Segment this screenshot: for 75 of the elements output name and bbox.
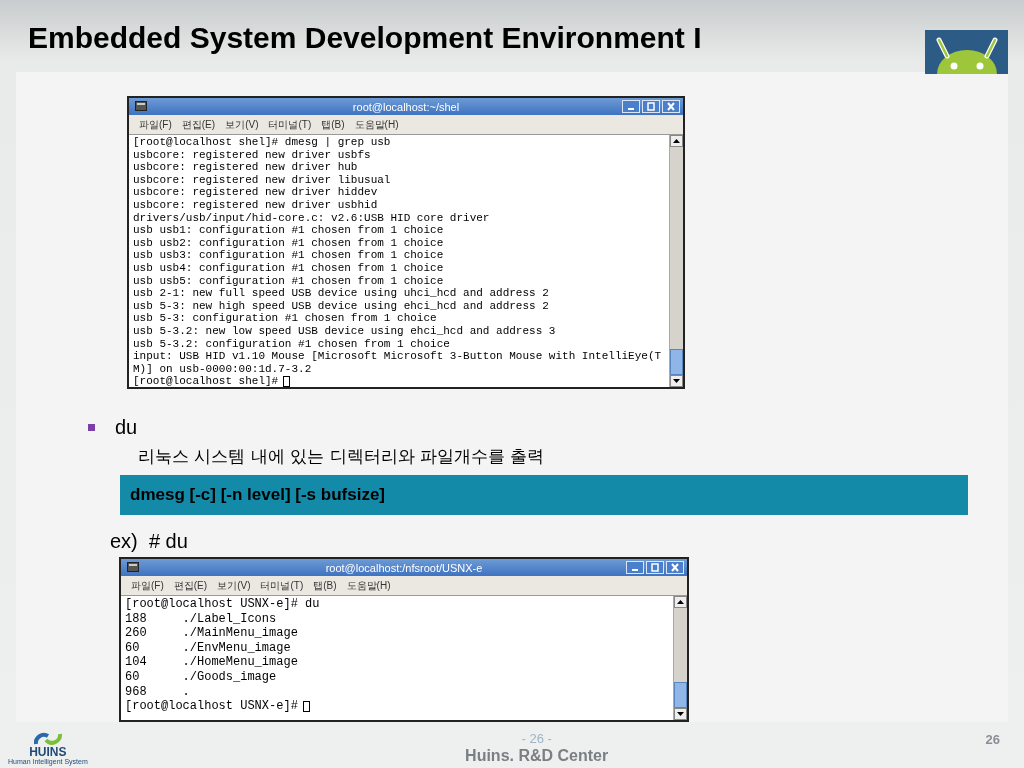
terminal-line: usbcore: registered new driver hiddev: [133, 186, 378, 199]
terminal-line: usbcore: registered new driver usbfs: [133, 148, 371, 162]
terminal-line: 188 ./Label_Icons: [125, 611, 277, 627]
bullet-text: du: [115, 415, 138, 439]
terminal-line: drivers/usb/input/hid-core.c: v2.6:USB HID core driver: [133, 211, 490, 225]
scroll-up-icon[interactable]: [674, 596, 687, 608]
menu-item[interactable]: 보기(V): [217, 579, 251, 592]
terminal-line: 60 ./EnvMenu_image: [125, 640, 291, 656]
menu-item[interactable]: 터미널(T): [260, 579, 304, 592]
terminal-icon: [135, 101, 147, 111]
terminal-line: usb usb2: configuration #1 chosen from 1 choice: [133, 236, 444, 250]
scroll-down-icon[interactable]: [670, 375, 683, 387]
menu-item[interactable]: 편집(E): [173, 579, 208, 592]
logo-text: HUINS: [29, 746, 67, 758]
scrollbar[interactable]: [669, 135, 683, 387]
maximize-button[interactable]: [646, 561, 664, 574]
terminal-line: usb usb1: configuration #1 chosen from 1 choice: [133, 224, 444, 237]
close-button[interactable]: [666, 561, 684, 574]
menu-item[interactable]: 탭(B): [321, 118, 345, 131]
slide-title: Embedded System Development Environment I: [28, 20, 702, 56]
cursor-icon: [283, 376, 291, 387]
terminal-line: usbcore: registered new driver usbhid: [133, 198, 378, 212]
close-button[interactable]: [662, 100, 680, 113]
terminal-line: 104 ./HomeMenu_image: [125, 655, 298, 670]
logo-icon: [31, 730, 64, 746]
scrollbar[interactable]: [673, 596, 687, 720]
terminal-line: usbcore: registered new driver libusual: [133, 173, 391, 187]
terminal-line: [root@localhost shel]# dmesg | grep usb: [133, 136, 391, 149]
terminal-line: [root@localhost USNX-e]#: [125, 699, 298, 714]
window-title: root@localhost:~/shel: [352, 99, 460, 114]
maximize-icon: [646, 102, 656, 111]
close-icon: [666, 102, 676, 111]
example-label: ex) # du: [110, 529, 189, 553]
terminal-line: 968 .: [125, 684, 190, 700]
maximize-button[interactable]: [642, 100, 660, 113]
menu-item[interactable]: 파일(F): [131, 579, 164, 592]
terminal-icon: [127, 562, 139, 572]
scroll-down-icon[interactable]: [674, 708, 687, 720]
minimize-button[interactable]: [622, 100, 640, 113]
terminal-line: usb 2-1: new full speed USB device using uhci_hcd and address 2: [133, 287, 549, 300]
syntax-banner: dmesg [-c] [-n level] [-s bufsize]: [120, 475, 968, 515]
window-title: root@localhost:/nfsroot/USNX-e: [325, 560, 483, 575]
terminal-line: usb usb5: configuration #1 chosen from 1 choice: [133, 274, 444, 288]
menu-item[interactable]: 도움말(H): [346, 579, 391, 592]
terminal-line: [root@localhost shel]#: [133, 375, 279, 387]
terminal-line: [root@localhost USNX-e]# du: [125, 597, 320, 612]
terminal-line: 60 ./Goods_image: [125, 669, 277, 685]
terminal-line: usbcore: registered new driver hub: [133, 161, 358, 174]
close-icon: [670, 563, 680, 572]
terminal-line: usb 5-3: configuration #1 chosen from 1 choice: [133, 312, 437, 325]
page-number-faint: - 26 -: [521, 732, 552, 746]
menu-item[interactable]: 터미널(T): [268, 118, 312, 131]
terminal-line: usb 5-3: new high speed USB device using ehci_hcd and address 2: [133, 299, 549, 313]
cursor-icon: [302, 700, 310, 712]
menu-item[interactable]: 탭(B): [313, 579, 337, 592]
bullet-icon: [88, 423, 95, 431]
terminal-line: M)] on usb-0000:00:1d.7-3.2: [133, 362, 312, 376]
page-number: 26: [985, 731, 1000, 749]
menu-item[interactable]: 보기(V): [225, 118, 259, 131]
scroll-thumb[interactable]: [670, 349, 683, 375]
menu-item[interactable]: 편집(E): [181, 118, 216, 131]
terminal-line: usb 5-3.2: configuration #1 chosen from 1 choice: [133, 337, 450, 351]
footer-text: Huins. R&D Center: [465, 746, 609, 766]
terminal-line: input: USB HID v1.10 Mouse [Microsoft Microsoft 3-Button Mouse with IntelliEye(T: [133, 350, 662, 363]
scroll-up-icon[interactable]: [670, 135, 683, 147]
menu-item[interactable]: 파일(F): [139, 118, 172, 131]
description-text: 리눅스 시스템 내에 있는 디렉터리와 파일개수를 출력: [138, 445, 546, 467]
maximize-icon: [650, 563, 660, 572]
terminal-line: usb usb3: configuration #1 chosen from 1 choice: [133, 249, 444, 262]
minimize-button[interactable]: [626, 561, 644, 574]
terminal-line: 260 ./MainMenu_image: [125, 626, 298, 641]
terminal-line: usb 5-3.2: new low speed USB device using ehci_hcd and address 3: [133, 324, 556, 338]
scroll-thumb[interactable]: [674, 682, 687, 708]
menu-item[interactable]: 도움말(H): [354, 118, 399, 131]
terminal-line: usb usb4: configuration #1 chosen from 1 choice: [133, 261, 444, 275]
